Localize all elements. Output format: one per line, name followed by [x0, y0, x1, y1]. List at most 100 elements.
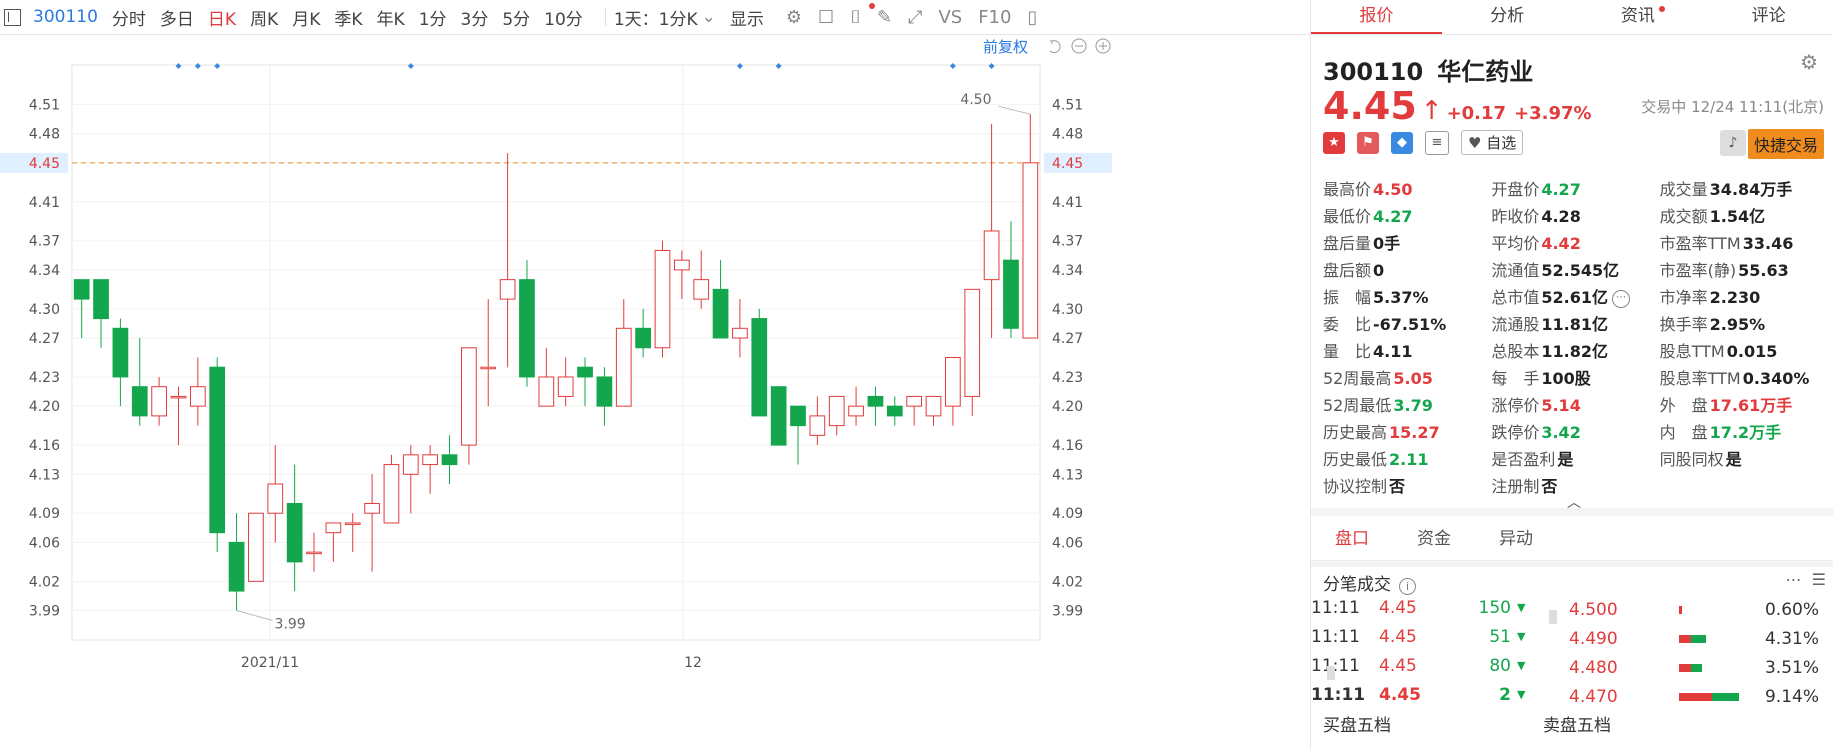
candle-body[interactable]	[1022, 162, 1039, 339]
event-marker[interactable]	[736, 63, 743, 69]
more-icon[interactable]: ⋯	[1785, 570, 1801, 589]
panel-tab[interactable]: 评论	[1703, 0, 1833, 34]
candle-body[interactable]	[519, 279, 535, 378]
add-watchlist-button[interactable]: ♥ 自选	[1461, 130, 1524, 155]
candle-body[interactable]	[402, 454, 419, 475]
quick-trade-button[interactable]: 快捷交易	[1747, 129, 1824, 159]
ask-levels-tab[interactable]: 卖盘五档	[1543, 711, 1611, 736]
scrollbar[interactable]	[1549, 610, 1557, 624]
period-tab[interactable]: 季K	[334, 5, 362, 30]
vs-button[interactable]: VS	[938, 7, 962, 28]
candle-body[interactable]	[732, 327, 748, 339]
candle-body[interactable]	[480, 366, 497, 370]
candle-body[interactable]	[712, 288, 729, 339]
candle-body[interactable]	[209, 366, 226, 534]
kline-chart[interactable]: 4.51 4.51 4.48 4.48 4.45 4.45 4.41 4.41 4.37 4.37…	[0, 35, 1310, 749]
panel-tab[interactable]: 分析	[1442, 0, 1573, 34]
drawing-box-icon[interactable]: ☐	[818, 7, 834, 28]
candle-body[interactable]	[538, 376, 555, 407]
candle-body[interactable]	[131, 386, 148, 417]
pencil-icon[interactable]: ✎	[877, 7, 892, 28]
period-tab[interactable]: 5分	[502, 5, 530, 30]
candle-body[interactable]	[693, 279, 710, 300]
candle-body[interactable]	[790, 405, 806, 427]
candle-body[interactable]	[441, 454, 458, 466]
candle-body[interactable]	[557, 376, 574, 397]
candle-body[interactable]	[73, 279, 90, 300]
period-tab[interactable]: 月K	[292, 5, 320, 30]
candle-body[interactable]	[228, 541, 245, 592]
candle-body[interactable]	[306, 551, 322, 555]
candle-body[interactable]	[945, 357, 961, 407]
display-menu[interactable]: 显示	[730, 5, 764, 30]
candle-body[interactable]	[344, 522, 361, 525]
candle-body[interactable]	[267, 483, 284, 514]
sub-tab[interactable]: 资金	[1393, 518, 1475, 560]
period-select[interactable]: 1天：1分K	[614, 5, 698, 30]
period-tab[interactable]: 年K	[377, 5, 405, 30]
runner-icon[interactable]: ⚑	[1357, 131, 1379, 154]
event-marker[interactable]	[775, 63, 782, 69]
candle-body[interactable]	[673, 259, 690, 271]
candle-body[interactable]	[828, 395, 845, 427]
candle-body[interactable]	[151, 386, 167, 417]
candle-body[interactable]	[867, 395, 884, 407]
layout-icon[interactable]	[4, 8, 21, 26]
period-tab[interactable]: 日K	[208, 5, 236, 30]
candle-body[interactable]	[964, 288, 981, 397]
candle-body[interactable]	[461, 347, 477, 446]
tick-list[interactable]: 11:11 4.45 150 ▼ 11:11 4.45 51 ▼ 11:11 4.45 80 ▼ 11:…	[1311, 593, 1541, 709]
candle-body[interactable]	[93, 279, 109, 320]
undo-icon[interactable]	[1049, 40, 1061, 54]
candle-body[interactable]	[925, 395, 942, 417]
candle-body[interactable]	[577, 366, 593, 378]
scrollbar[interactable]	[1327, 666, 1335, 680]
candle-body[interactable]	[770, 386, 787, 446]
stock-code[interactable]: 300110	[33, 7, 98, 27]
camera-icon[interactable]: ⌷	[850, 7, 861, 28]
candle-body[interactable]	[422, 454, 439, 466]
period-tab[interactable]: 多日	[160, 5, 194, 30]
period-tab[interactable]: 10分	[544, 5, 583, 30]
candle-body[interactable]	[635, 327, 651, 349]
event-marker[interactable]	[988, 63, 995, 69]
candle-body[interactable]	[809, 415, 826, 436]
candle-body[interactable]	[383, 464, 400, 524]
period-tab[interactable]: 3分	[461, 5, 489, 30]
candle-body[interactable]	[615, 327, 632, 407]
candle-body[interactable]	[886, 405, 903, 417]
kline-svg[interactable]: 4.51 4.51 4.48 4.48 4.45 4.45 4.41 4.41 4.37 4.37…	[0, 35, 1310, 749]
candle-body[interactable]	[654, 249, 671, 349]
depth-list[interactable]: 4.500 0.60% 4.490 4.31% 4.480 3.51% 4.470 9.14%	[1569, 595, 1819, 711]
candle-body[interactable]	[286, 502, 303, 563]
event-marker[interactable]	[214, 63, 221, 69]
panel-tab[interactable]: 报价	[1311, 0, 1442, 34]
gear-icon[interactable]: ⚙	[786, 7, 802, 28]
candle-body[interactable]	[983, 230, 1000, 281]
event-marker[interactable]	[194, 63, 201, 69]
settings-icon[interactable]: ⚙	[1800, 50, 1818, 74]
sub-tab[interactable]: 盘口	[1311, 518, 1393, 560]
sub-tab[interactable]: 异动	[1475, 518, 1557, 560]
event-marker[interactable]	[175, 63, 182, 69]
bid-levels-tab[interactable]: 买盘五档	[1323, 711, 1391, 736]
f10-button[interactable]: F10	[978, 7, 1011, 28]
candle-body[interactable]	[248, 512, 264, 582]
candle-body[interactable]	[364, 502, 380, 514]
period-tab[interactable]: 分时	[112, 5, 146, 30]
candle-body[interactable]	[596, 376, 613, 407]
candle-body[interactable]	[325, 522, 342, 534]
fullscreen-icon[interactable]: ⤢	[908, 7, 922, 28]
sidebar-toggle-icon[interactable]: ▯	[1027, 7, 1037, 28]
event-marker[interactable]	[407, 63, 414, 69]
candle-body[interactable]	[751, 318, 768, 417]
more-icon[interactable]: ⋯	[1611, 289, 1630, 308]
candle-body[interactable]	[499, 279, 516, 300]
candle-body[interactable]	[1003, 259, 1019, 329]
period-tab[interactable]: 1分	[419, 5, 447, 30]
chevron-down-icon[interactable]: ⌄	[702, 7, 716, 27]
tag-icon[interactable]: ◆	[1391, 131, 1413, 154]
candle-body[interactable]	[170, 395, 187, 399]
candle-body[interactable]	[848, 405, 864, 417]
candle-body[interactable]	[906, 395, 923, 407]
